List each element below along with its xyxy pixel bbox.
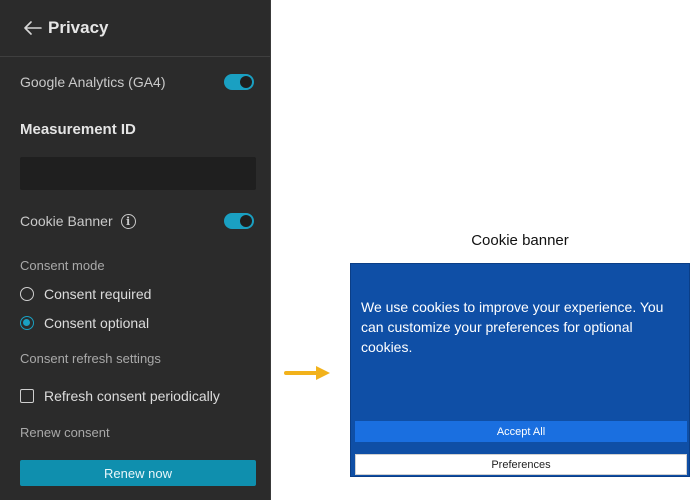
consent-optional-radio[interactable]: Consent optional bbox=[20, 315, 149, 331]
refresh-consent-row: Refresh consent periodically bbox=[20, 388, 254, 404]
preferences-button[interactable]: Preferences bbox=[355, 454, 687, 475]
cookie-banner-toggle[interactable] bbox=[224, 213, 254, 229]
consent-required-radio[interactable]: Consent required bbox=[20, 286, 151, 302]
cookie-banner-row: Cookie Banner i bbox=[20, 213, 254, 229]
banner-message: We use cookies to improve your experienc… bbox=[361, 299, 664, 355]
ga4-label: Google Analytics (GA4) bbox=[20, 74, 166, 90]
radio-selected-icon bbox=[20, 316, 34, 330]
ga4-row: Google Analytics (GA4) bbox=[20, 74, 254, 90]
consent-optional-row: Consent optional bbox=[20, 315, 254, 331]
measurement-id-label: Measurement ID bbox=[20, 121, 136, 138]
cookie-banner-label: Cookie Banner bbox=[20, 213, 113, 229]
preview-title: Cookie banner bbox=[471, 232, 569, 249]
info-icon[interactable]: i bbox=[120, 213, 136, 229]
panel-header: Privacy bbox=[0, 0, 270, 57]
right-arrow-icon bbox=[284, 366, 330, 380]
consent-required-label: Consent required bbox=[44, 286, 152, 302]
measurement-id-input[interactable] bbox=[20, 157, 256, 190]
consent-refresh-header: Consent refresh settings bbox=[20, 351, 254, 366]
refresh-consent-checkbox[interactable]: Refresh consent periodically bbox=[20, 388, 220, 404]
cookie-banner-label-group: Cookie Banner i bbox=[20, 213, 136, 229]
consent-mode-label: Consent mode bbox=[20, 258, 105, 273]
renew-consent-label: Renew consent bbox=[20, 425, 110, 440]
refresh-consent-label: Refresh consent periodically bbox=[44, 388, 220, 404]
consent-required-row: Consent required bbox=[20, 286, 254, 302]
renew-now-button[interactable]: Renew now bbox=[20, 460, 256, 486]
renew-consent-header: Renew consent bbox=[20, 425, 254, 440]
privacy-settings-panel: Privacy Google Analytics (GA4) Measureme… bbox=[0, 0, 271, 500]
panel-title: Privacy bbox=[48, 18, 109, 37]
accept-all-button[interactable]: Accept All bbox=[355, 421, 687, 442]
radio-unselected-icon bbox=[20, 287, 34, 301]
ga4-toggle[interactable] bbox=[224, 74, 254, 90]
back-arrow-icon[interactable] bbox=[24, 19, 42, 37]
consent-optional-label: Consent optional bbox=[44, 315, 150, 331]
measurement-id-row: Measurement ID bbox=[20, 121, 254, 138]
checkbox-unchecked-icon bbox=[20, 389, 34, 403]
consent-refresh-label: Consent refresh settings bbox=[20, 351, 161, 366]
cookie-banner-preview: We use cookies to improve your experienc… bbox=[350, 263, 690, 477]
consent-mode-header: Consent mode bbox=[20, 258, 254, 273]
